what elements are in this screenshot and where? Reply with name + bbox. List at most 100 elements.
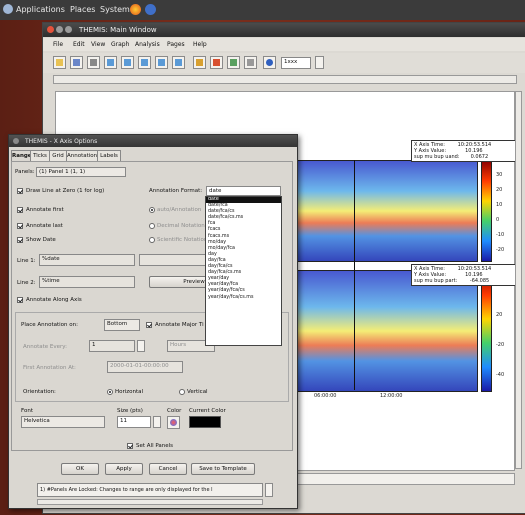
draw-line-zero-checkbox[interactable] bbox=[17, 188, 23, 194]
help-icon[interactable] bbox=[145, 4, 156, 15]
page-icon[interactable] bbox=[244, 56, 257, 69]
cbar-top-tick: -10 bbox=[496, 232, 505, 238]
current-color-swatch bbox=[189, 416, 221, 428]
menu-help[interactable]: Help bbox=[193, 41, 207, 48]
annotate-last-checkbox[interactable] bbox=[17, 223, 23, 229]
annotation-format-dropdown[interactable]: date bbox=[206, 186, 281, 196]
set-all-panels-checkbox[interactable] bbox=[127, 443, 133, 449]
apply-button[interactable]: Apply bbox=[105, 463, 143, 475]
pan-left-icon[interactable] bbox=[155, 56, 168, 69]
refresh-icon[interactable] bbox=[104, 56, 117, 69]
save-icon[interactable] bbox=[70, 56, 83, 69]
status-scroll-spinner[interactable] bbox=[265, 483, 273, 497]
annotation-format-list[interactable]: date date/fca date/fca/cs date/fca/cs.ms fca… bbox=[205, 196, 282, 346]
tab-annotation[interactable]: Annotation bbox=[66, 150, 98, 161]
line1-label: Line 1: bbox=[17, 258, 36, 264]
annotate-major-label: Annotate Major Ti bbox=[155, 322, 204, 328]
annotate-every-label: Annotate Every: bbox=[23, 344, 67, 350]
tab-grid[interactable]: Grid bbox=[49, 150, 67, 161]
vertical-radio[interactable] bbox=[179, 389, 185, 395]
first-annotation-label: First Annotation At: bbox=[23, 365, 76, 371]
x-tick-label: 12:00:00 bbox=[380, 393, 403, 399]
auto-annotation-label: auto/Annotation bbox=[157, 207, 202, 213]
tab-range[interactable]: Range bbox=[11, 150, 32, 161]
dialog-titlebar: THEMIS - X Axis Options bbox=[9, 135, 297, 147]
print-icon[interactable] bbox=[87, 56, 100, 69]
annotate-along-axis-checkbox[interactable] bbox=[17, 297, 23, 303]
size-input[interactable]: 11 bbox=[117, 416, 151, 428]
menu-analysis[interactable]: Analysis bbox=[135, 41, 160, 48]
menu-edit[interactable]: Edit bbox=[73, 41, 85, 48]
tab-labels[interactable]: Labels bbox=[97, 150, 121, 161]
horizontal-label: Horizontal bbox=[115, 389, 144, 395]
info-icon[interactable] bbox=[263, 56, 276, 69]
auto-annotation-radio[interactable] bbox=[149, 207, 155, 213]
canvas-vertical-scrollbar[interactable] bbox=[515, 91, 522, 469]
menu-applications[interactable]: Applications bbox=[16, 5, 65, 14]
open-folder-icon[interactable] bbox=[53, 56, 66, 69]
first-annotation-input[interactable]: 2000-01-01-00:00:00 bbox=[107, 361, 183, 373]
place-annotation-dropdown[interactable]: Bottom bbox=[104, 319, 140, 331]
tab-ticks[interactable]: Ticks bbox=[30, 150, 50, 161]
annotate-along-axis-label: Annotate Along Axis bbox=[26, 297, 82, 303]
colorbar-bottom bbox=[481, 270, 492, 392]
main-toolbar: 1xxx bbox=[43, 53, 525, 73]
main-menubar: File Edit View Graph Analysis Pages Help bbox=[43, 38, 525, 51]
scientific-notation-label: Scientific Notation bbox=[157, 237, 208, 243]
zoom-in-icon[interactable] bbox=[121, 56, 134, 69]
status-horizontal-scrollbar[interactable] bbox=[37, 499, 263, 505]
annotate-every-spinner[interactable] bbox=[137, 340, 145, 352]
analysis-icon[interactable] bbox=[210, 56, 223, 69]
annotate-major-checkbox[interactable] bbox=[146, 322, 152, 328]
menu-pages[interactable]: Pages bbox=[167, 41, 185, 48]
gnome-foot-icon[interactable] bbox=[3, 4, 13, 14]
pan-right-icon[interactable] bbox=[172, 56, 185, 69]
zoom-out-icon[interactable] bbox=[138, 56, 151, 69]
panels-dropdown[interactable]: (1) Panel 1 (1, 1) bbox=[36, 167, 126, 177]
palette-icon[interactable] bbox=[167, 416, 180, 429]
scientific-notation-radio[interactable] bbox=[149, 237, 155, 243]
size-label: Size (pts) bbox=[117, 408, 143, 414]
time-cursor-line bbox=[354, 160, 355, 390]
cbar-top-tick: 10 bbox=[496, 202, 503, 208]
line2-label: Line 2: bbox=[17, 280, 36, 286]
firefox-icon[interactable] bbox=[130, 4, 141, 15]
format-option[interactable]: year/day/fca/cs.ms bbox=[206, 295, 281, 301]
font-label: Font bbox=[21, 408, 33, 414]
set-all-panels-label: Set All Panels bbox=[136, 443, 174, 449]
maximize-icon[interactable] bbox=[65, 26, 72, 33]
status-message: 1) #Panels Are Locked: Changes to range … bbox=[37, 483, 263, 497]
font-dropdown[interactable]: Helvetica bbox=[21, 416, 105, 428]
dialog-close-icon[interactable] bbox=[13, 138, 19, 144]
horizontal-radio[interactable] bbox=[107, 389, 113, 395]
ok-button[interactable]: OK bbox=[61, 463, 99, 475]
show-date-checkbox[interactable] bbox=[17, 237, 23, 243]
draw-line-zero-label: Draw Line at Zero (1 for log) bbox=[26, 188, 105, 194]
cancel-button[interactable]: Cancel bbox=[149, 463, 187, 475]
vertical-label: Vertical bbox=[187, 389, 208, 395]
place-annotation-label: Place Annotation on: bbox=[21, 322, 78, 328]
current-color-label: Current Color bbox=[189, 408, 226, 414]
menu-graph[interactable]: Graph bbox=[111, 41, 129, 48]
menu-places[interactable]: Places bbox=[70, 5, 95, 14]
save-to-template-button[interactable]: Save to Template bbox=[191, 463, 255, 475]
menu-system[interactable]: System bbox=[100, 5, 130, 14]
zoom-level-field[interactable]: 1xxx bbox=[281, 57, 311, 69]
zoom-spinner[interactable] bbox=[315, 56, 324, 69]
layout-icon[interactable] bbox=[227, 56, 240, 69]
toolbar-scrollbar[interactable] bbox=[53, 75, 517, 84]
annotate-every-input[interactable]: 1 bbox=[89, 340, 135, 352]
main-window-title: THEMIS: Main Window bbox=[79, 26, 157, 34]
overview-icon[interactable] bbox=[193, 56, 206, 69]
annotation-format-label: Annotation Format: bbox=[149, 188, 203, 194]
line2-input[interactable]: %time bbox=[39, 276, 135, 288]
line1-input[interactable]: %date bbox=[39, 254, 135, 266]
top-panel: Applications Places System bbox=[0, 0, 525, 20]
minimize-icon[interactable] bbox=[56, 26, 63, 33]
menu-view[interactable]: View bbox=[91, 41, 105, 48]
annotate-first-checkbox[interactable] bbox=[17, 207, 23, 213]
close-icon[interactable] bbox=[47, 26, 54, 33]
decimal-notation-radio[interactable] bbox=[149, 223, 155, 229]
size-spinner[interactable] bbox=[153, 416, 161, 428]
menu-file[interactable]: File bbox=[53, 41, 63, 48]
